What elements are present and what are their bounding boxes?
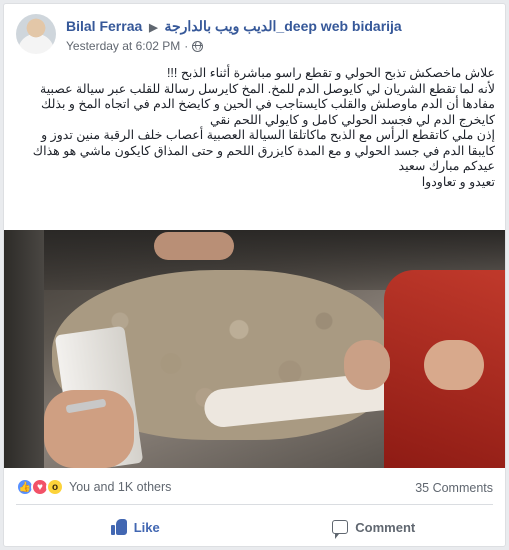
reactions-summary[interactable]: 👍 ♥ o You and 1K others <box>16 478 171 496</box>
wow-reaction-icon: o <box>46 478 64 496</box>
post-timestamp[interactable]: Yesterday at 6:02 PM <box>66 39 180 53</box>
comments-count[interactable]: 35 Comments <box>415 481 493 495</box>
author-avatar[interactable] <box>16 14 56 54</box>
author-line: Bilal Ferraa ▶ deep web bidarija_الديب و… <box>66 18 402 35</box>
thumbs-up-icon <box>110 519 127 535</box>
post-text: علاش ماخصكش تذبح الحولي و تقطع راسو مباش… <box>16 66 495 190</box>
post-text-line: عيدكم مبارك سعيد <box>398 159 495 173</box>
reactions-text[interactable]: You and 1K others <box>69 480 171 494</box>
like-button[interactable]: Like <box>16 511 255 543</box>
globe-icon <box>192 40 204 52</box>
like-label: Like <box>133 519 160 535</box>
post-text-line: إذن ملي كاتقطع الرأس مع الذبح ماكاتلقا ا… <box>32 128 495 158</box>
post-text-line: علاش ماخصكش تذبح الحولي و تقطع راسو مباش… <box>166 66 495 80</box>
action-bar: Like Comment <box>16 511 493 543</box>
post-card: Bilal Ferraa ▶ deep web bidarija_الديب و… <box>3 3 506 547</box>
post-text-line: تعيدو و تعاودوا <box>421 174 495 189</box>
post-photo[interactable] <box>4 230 505 468</box>
group-name[interactable]: deep web bidarija_الديب ويب بالدارجة <box>165 18 402 34</box>
comment-button[interactable]: Comment <box>255 511 494 543</box>
post-meta: Yesterday at 6:02 PM · <box>66 39 204 53</box>
caret-right-icon: ▶ <box>149 22 158 34</box>
comment-label: Comment <box>355 519 416 535</box>
post-text-line: لأنه لما تقطع الشريان لي كايوصل الدم للم… <box>40 81 495 127</box>
author-name[interactable]: Bilal Ferraa <box>66 18 142 34</box>
divider <box>16 504 493 505</box>
post-header: Bilal Ferraa ▶ deep web bidarija_الديب و… <box>16 14 493 58</box>
comment-icon <box>332 520 349 539</box>
